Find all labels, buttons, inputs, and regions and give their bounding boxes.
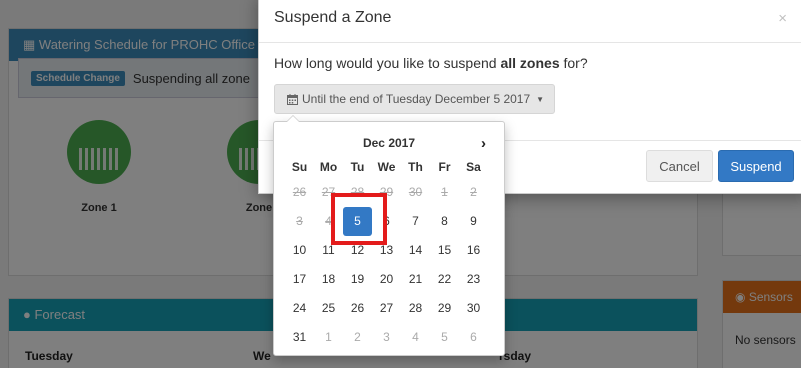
datepicker-day[interactable]: 14 xyxy=(401,236,430,265)
datepicker-day[interactable]: 1 xyxy=(314,323,343,352)
datepicker-day: 29 xyxy=(379,185,394,199)
question-bold: all zones xyxy=(500,55,560,71)
weekday-header: Mo xyxy=(319,160,338,174)
datepicker-day[interactable]: 24 xyxy=(285,294,314,323)
weekday-header: Sa xyxy=(466,160,481,174)
datepicker-day[interactable]: 11 xyxy=(314,236,343,265)
datepicker-day: 28 xyxy=(350,185,365,199)
datepicker-day[interactable]: 4 xyxy=(401,323,430,352)
datepicker-day[interactable]: 21 xyxy=(401,265,430,294)
datepicker-day[interactable]: 8 xyxy=(430,207,459,236)
cancel-button[interactable]: Cancel xyxy=(646,150,713,182)
datepicker-day[interactable]: 31 xyxy=(285,323,314,352)
datepicker-day[interactable]: 6 xyxy=(459,323,488,352)
datepicker-day[interactable]: 12 xyxy=(343,236,372,265)
datepicker-header: Dec 2017 › xyxy=(280,130,498,156)
datepicker-day[interactable]: 19 xyxy=(343,265,372,294)
datepicker-day[interactable]: 28 xyxy=(401,294,430,323)
datepicker-day[interactable]: 30 xyxy=(459,294,488,323)
question-suffix: for? xyxy=(559,55,588,71)
chevron-right-icon[interactable]: › xyxy=(469,135,498,152)
weekday-header: Su xyxy=(291,160,308,174)
datepicker-day[interactable]: 2 xyxy=(343,323,372,352)
weekday-header: We xyxy=(377,160,396,174)
datepicker-grid: Su Mo Tu We Th Fr Sa 26 27 28 29 30 1 2 3 4 5 6 7 8 9 10 11 12 1… xyxy=(285,156,498,352)
calendar-icon xyxy=(287,93,298,105)
datepicker-day: 2 xyxy=(470,185,477,199)
datepicker-month-label[interactable]: Dec 2017 xyxy=(309,136,469,150)
datepicker-day[interactable]: 18 xyxy=(314,265,343,294)
question-prefix: How long would you like to suspend xyxy=(274,55,501,71)
datepicker-day[interactable]: 20 xyxy=(372,265,401,294)
datepicker-day[interactable]: 25 xyxy=(314,294,343,323)
datepicker-day[interactable]: 6 xyxy=(372,207,401,236)
weekday-header: Th xyxy=(408,160,423,174)
weekday-header: Fr xyxy=(438,160,451,174)
datepicker-day: 30 xyxy=(408,185,423,199)
datepicker-day[interactable]: 22 xyxy=(430,265,459,294)
datepicker-day: 26 xyxy=(292,185,307,199)
datepicker-day[interactable]: 16 xyxy=(459,236,488,265)
modal-header: Suspend a Zone × xyxy=(259,0,801,43)
datepicker-dropdown: Dec 2017 › Su Mo Tu We Th Fr Sa 26 27 28 29 30 1 2 3 4 5… xyxy=(273,115,505,356)
close-icon[interactable]: × xyxy=(778,10,787,27)
datepicker-day: 3 xyxy=(296,214,303,228)
datepicker-day[interactable]: 23 xyxy=(459,265,488,294)
modal-title: Suspend a Zone xyxy=(274,9,392,26)
datepicker-day[interactable]: 9 xyxy=(459,207,488,236)
weekday-header: Tu xyxy=(350,160,365,174)
datepicker-day: 27 xyxy=(321,185,336,199)
datepicker-day[interactable]: 17 xyxy=(285,265,314,294)
datepicker-day: 4 xyxy=(325,214,332,228)
datepicker-day[interactable]: 13 xyxy=(372,236,401,265)
datepicker-day[interactable]: 10 xyxy=(285,236,314,265)
datepicker-day[interactable]: 3 xyxy=(372,323,401,352)
suspend-question: How long would you like to suspend all z… xyxy=(274,55,801,71)
datepicker-day[interactable]: 29 xyxy=(430,294,459,323)
datepicker-day[interactable]: 27 xyxy=(372,294,401,323)
datepicker-day: 1 xyxy=(441,185,448,199)
datepicker-day[interactable]: 15 xyxy=(430,236,459,265)
caret-down-icon: ▼ xyxy=(536,94,545,104)
datepicker-day[interactable]: 5 xyxy=(430,323,459,352)
date-button-label: Until the end of Tuesday December 5 2017 xyxy=(302,92,531,106)
datepicker-day[interactable]: 26 xyxy=(343,294,372,323)
suspend-until-dropdown[interactable]: Until the end of Tuesday December 5 2017… xyxy=(274,84,556,114)
suspend-button[interactable]: Suspend xyxy=(718,150,794,182)
datepicker-day[interactable]: 7 xyxy=(401,207,430,236)
datepicker-day-selected[interactable]: 5 xyxy=(343,207,372,236)
